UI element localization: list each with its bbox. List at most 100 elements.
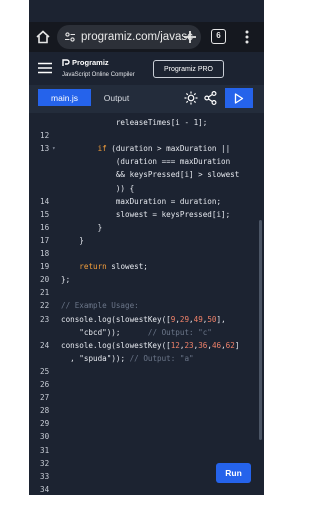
run-button[interactable]: Run xyxy=(216,463,251,483)
code-line[interactable]: "cbcd")); // Output: "c" xyxy=(29,326,264,339)
line-number: 26 xyxy=(40,380,50,389)
code-line[interactable]: (duration === maxDuration xyxy=(29,155,264,168)
code-editor[interactable]: releaseTimes[i - 1]; 12 13 ▾ if (duration >… xyxy=(29,113,264,495)
code-line[interactable]: && keysPressed[i] > slowest xyxy=(29,168,264,181)
code-token: 36 xyxy=(198,340,208,350)
code-line[interactable]: releaseTimes[i - 1]; xyxy=(29,116,264,129)
code-line[interactable]: )) { xyxy=(29,182,264,195)
code-text: if (duration > maxDuration || xyxy=(61,142,231,155)
line-number: 18 xyxy=(40,249,50,258)
line-number: 19 xyxy=(40,262,50,272)
code-token: 23 xyxy=(184,340,194,350)
code-line[interactable]: 16 } xyxy=(29,221,264,234)
line-number: 30 xyxy=(40,432,50,442)
editor-toolbar: main.js Output xyxy=(29,85,264,113)
code-text: console.log(slowestKey([12,23,36,46,62] xyxy=(61,339,239,352)
code-line[interactable]: 12 xyxy=(29,129,264,142)
code-line[interactable]: 27 xyxy=(29,391,264,404)
code-line[interactable]: 18 xyxy=(29,247,264,260)
phone-screen: programiz.com/javasc 6 Programiz JavaScr… xyxy=(29,0,264,495)
code-text: && keysPressed[i] > slowest xyxy=(61,168,239,181)
code-text: , "spuda")); // Output: "a" xyxy=(61,352,194,365)
code-line[interactable]: 34 xyxy=(29,483,264,495)
code-token: slowest; xyxy=(106,262,148,272)
line-number: 17 xyxy=(40,235,50,245)
code-token: ] xyxy=(234,340,240,350)
code-token: 50 xyxy=(207,314,217,324)
code-token: (duration === maxDuration xyxy=(61,157,231,167)
code-text: } xyxy=(61,221,103,234)
line-number: 33 xyxy=(40,471,50,481)
code-token: 62 xyxy=(225,340,235,350)
code-text: "cbcd")); // Output: "c" xyxy=(61,326,212,339)
code-token: if xyxy=(97,144,107,154)
line-number: 16 xyxy=(40,222,50,232)
programiz-pro-button[interactable]: Programiz PRO xyxy=(153,60,224,78)
code-line[interactable]: 24 console.log(slowestKey([12,23,36,46,62… xyxy=(29,339,264,352)
editor-scrollbar[interactable] xyxy=(259,220,262,440)
line-number: 24 xyxy=(40,340,50,350)
code-line[interactable]: 29 xyxy=(29,417,264,430)
programiz-logo[interactable]: Programiz xyxy=(62,58,109,67)
code-line[interactable]: 25 xyxy=(29,365,264,378)
code-token: 29 xyxy=(179,314,190,324)
theme-toggle-icon[interactable] xyxy=(184,91,198,105)
code-text: }; xyxy=(61,273,70,286)
code-token: maxDuration = duration; xyxy=(61,196,222,206)
code-line[interactable]: 15 slowest = keysPressed[i]; xyxy=(29,208,264,221)
hamburger-menu-icon[interactable] xyxy=(38,62,52,74)
code-token: ], xyxy=(216,314,226,324)
line-number: 31 xyxy=(40,445,50,455)
line-number: 22 xyxy=(40,301,50,311)
run-button-top[interactable] xyxy=(225,88,253,108)
code-token: 12 xyxy=(170,340,180,350)
code-line[interactable]: 28 xyxy=(29,404,264,417)
code-token: // Example Usage: xyxy=(61,301,139,311)
code-text: )) { xyxy=(61,182,134,195)
code-line[interactable]: 19 return slowest; xyxy=(29,260,264,273)
browser-toolbar: programiz.com/javasc 6 xyxy=(29,22,264,52)
code-line[interactable]: 30 xyxy=(29,430,264,443)
code-line[interactable]: 17 } xyxy=(29,234,264,247)
code-token: )) { xyxy=(61,183,135,193)
line-number: 32 xyxy=(40,458,50,468)
code-token: } xyxy=(61,235,84,245)
share-icon[interactable] xyxy=(204,91,217,105)
tab-switcher-button[interactable]: 6 xyxy=(211,29,226,44)
menu-dots-icon[interactable] xyxy=(239,29,255,45)
code-token: // Output: "a" xyxy=(129,353,194,363)
home-icon[interactable] xyxy=(35,29,51,45)
line-number: 34 xyxy=(40,484,50,494)
code-token: slowest = keysPressed[i]; xyxy=(61,209,231,219)
code-line[interactable]: 22 // Example Usage: xyxy=(29,299,264,312)
code-token: "cbcd" xyxy=(61,327,107,337)
code-line[interactable]: 23 console.log(slowestKey([9,29,49,50], xyxy=(29,313,264,326)
code-text: releaseTimes[i - 1]; xyxy=(61,116,207,129)
logo-text: Programiz xyxy=(72,58,109,67)
code-line[interactable]: 14 maxDuration = duration; xyxy=(29,195,264,208)
code-line[interactable]: 31 xyxy=(29,444,264,457)
code-token: return xyxy=(79,262,107,272)
code-line[interactable]: 20}; xyxy=(29,273,264,286)
code-line[interactable]: 13 ▾ if (duration > maxDuration || xyxy=(29,142,264,155)
url-text: programiz.com/javasc xyxy=(81,31,193,43)
code-token: releaseTimes[i - 1]; xyxy=(61,118,208,127)
code-token: (duration > maxDuration || xyxy=(106,144,231,154)
play-icon xyxy=(234,92,244,104)
address-bar[interactable]: programiz.com/javasc xyxy=(57,25,201,49)
code-token: } xyxy=(61,222,103,232)
code-line[interactable]: , "spuda")); // Output: "a" xyxy=(29,352,264,365)
new-tab-icon[interactable] xyxy=(182,29,198,45)
site-settings-icon[interactable] xyxy=(64,31,76,43)
code-text: console.log(slowestKey([9,29,49,50], xyxy=(61,313,226,326)
programiz-logo-mark-icon xyxy=(62,58,70,66)
code-line[interactable]: 21 xyxy=(29,286,264,299)
code-line[interactable]: 26 xyxy=(29,378,264,391)
code-text: } xyxy=(61,234,84,247)
tab-output[interactable]: Output xyxy=(95,89,138,106)
tab-main-js[interactable]: main.js xyxy=(38,89,91,106)
code-text: (duration === maxDuration xyxy=(61,155,230,168)
fold-chevron-icon[interactable]: ▾ xyxy=(52,142,56,155)
code-token: }; xyxy=(61,275,71,285)
